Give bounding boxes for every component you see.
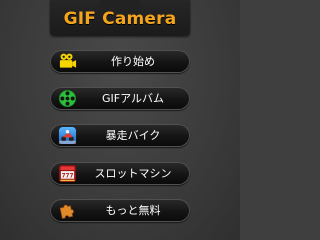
slot-machine-label: スロットマシン [94,167,172,180]
slot-machine-icon: 777 [58,164,77,183]
film-reel-icon [58,89,77,108]
video-camera-icon [59,53,77,68]
more-free-button[interactable]: もっと無料 [50,199,190,222]
app-title: GIF Camera [63,9,177,29]
title-plate: GIF Camera [50,0,190,36]
start-making-button[interactable]: 作り始め [50,50,190,73]
crazy-bike-button[interactable]: 暴走バイク [50,124,190,147]
gif-album-button[interactable]: GIFアルバム [50,87,190,110]
motorbike-app-icon [58,126,77,145]
svg-text:777: 777 [62,173,74,179]
app-screen: GIF Camera 作り始め GIFアルバム 暴走バイク 777 スロットマシ… [0,0,240,240]
gif-album-label: GIFアルバム [102,92,164,105]
slot-machine-button[interactable]: 777 スロットマシン [50,162,190,185]
more-free-label: もっと無料 [105,204,161,217]
puzzle-piece-icon [59,204,74,219]
crazy-bike-label: 暴走バイク [105,129,161,142]
start-making-label: 作り始め [111,55,155,68]
